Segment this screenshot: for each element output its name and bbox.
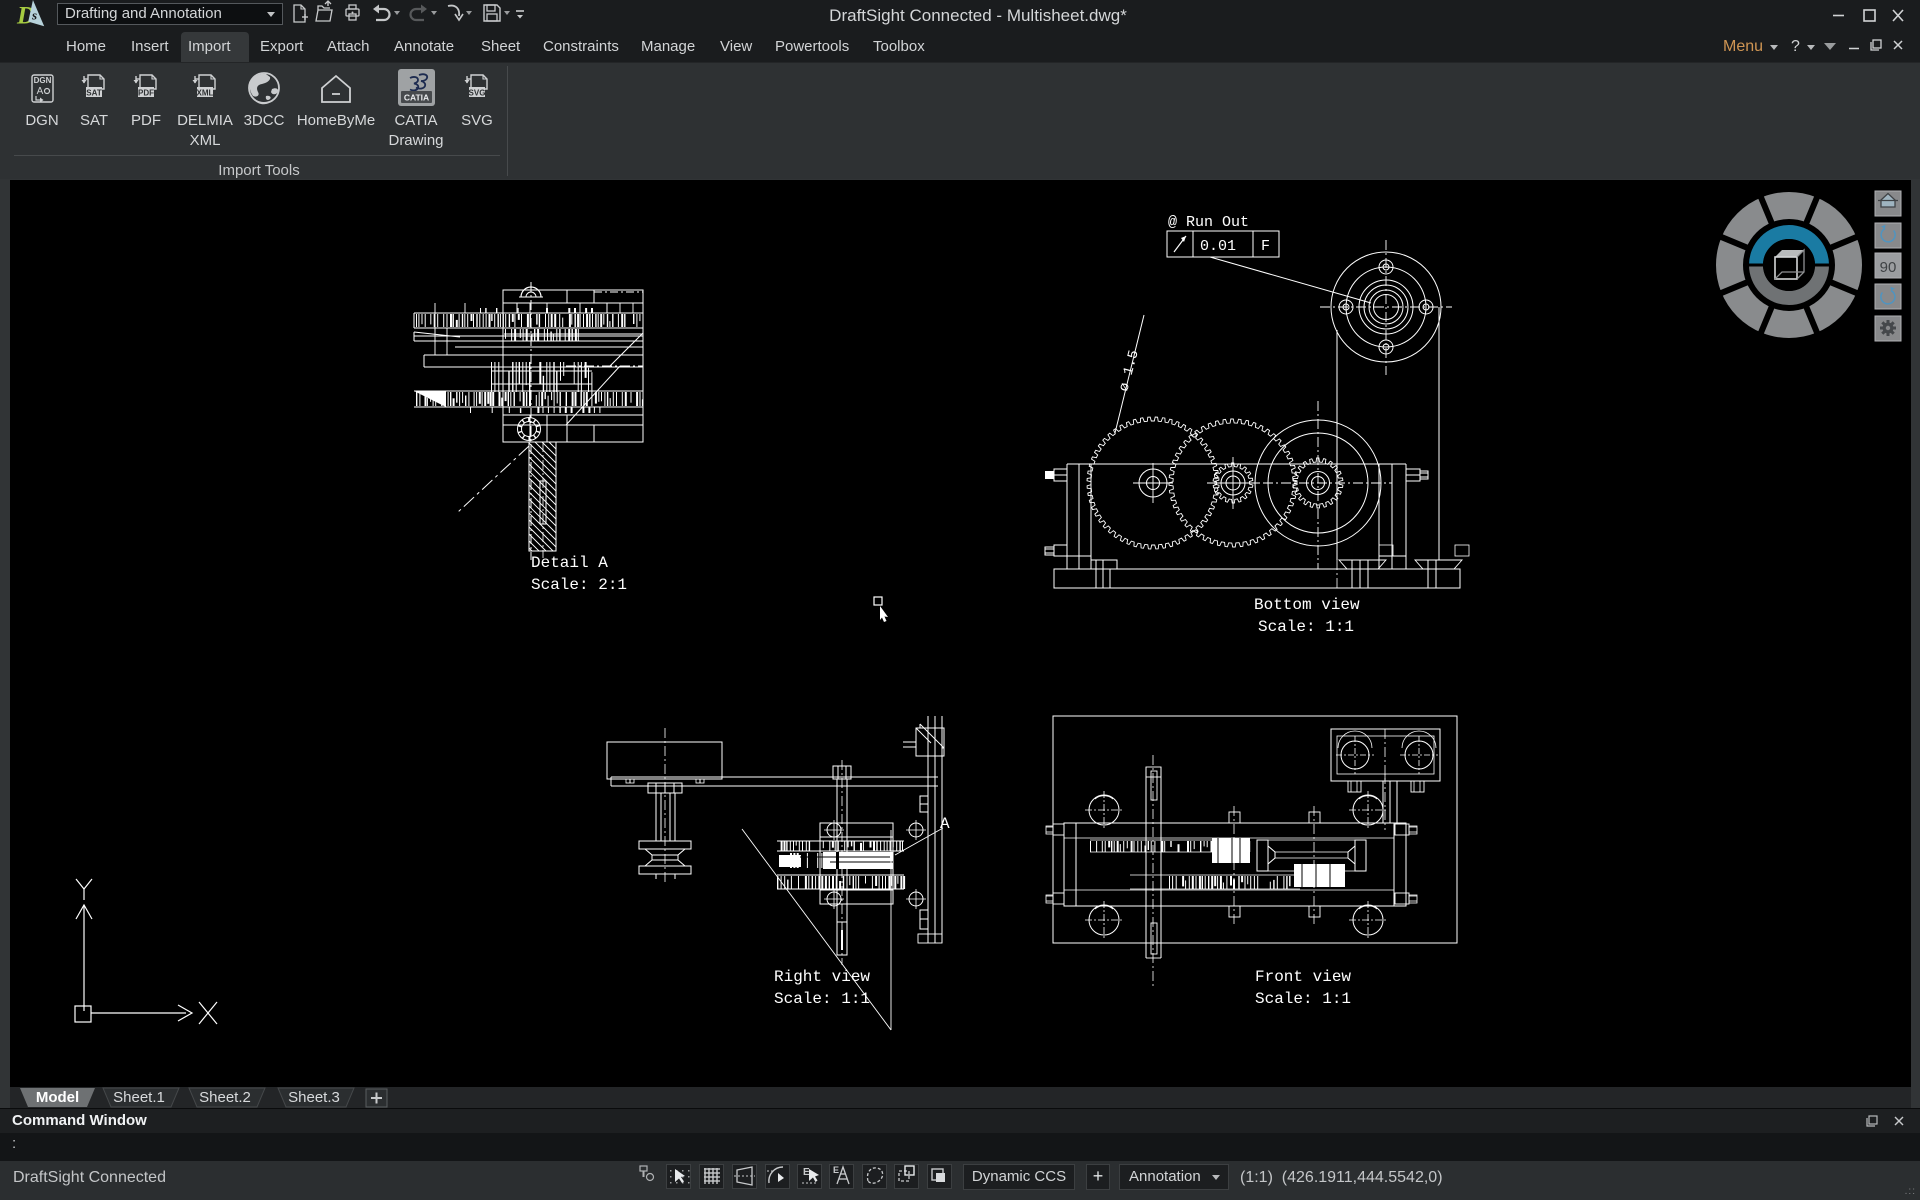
svg-text:E: E <box>833 1165 839 1175</box>
svg-text:E: E <box>803 1167 810 1178</box>
